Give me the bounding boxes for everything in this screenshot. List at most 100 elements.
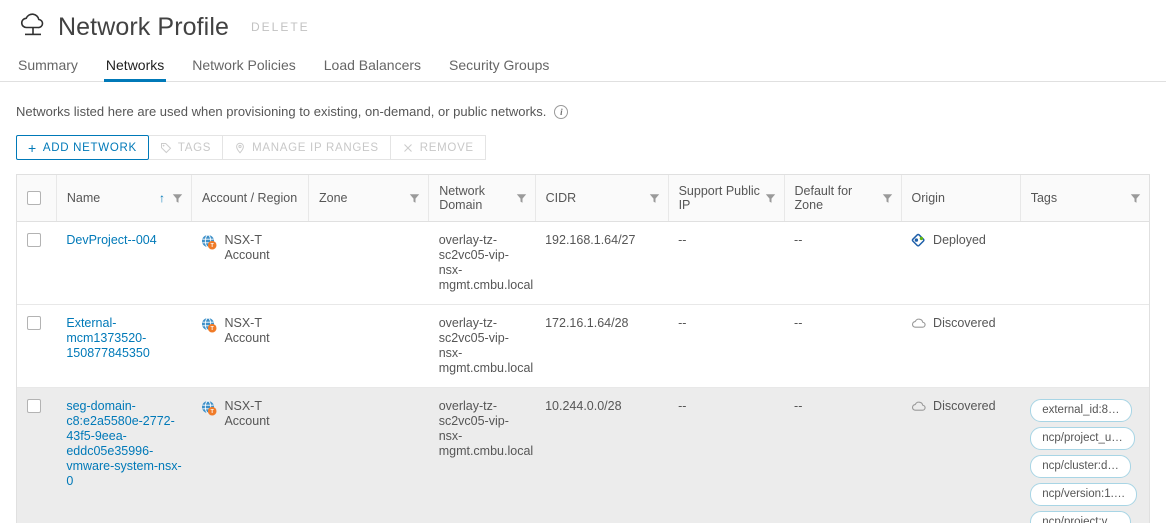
add-network-button[interactable]: + ADD NETWORK [16,135,149,160]
discovered-cloud-icon [911,316,926,331]
tab-bar: Summary Networks Network Policies Load B… [0,50,1166,82]
th-support-public-ip: Support Public IP [668,175,785,222]
deployed-icon [911,233,926,248]
row-checkbox[interactable] [27,316,41,330]
th-network-domain-label: Network Domain [439,184,486,212]
select-all-checkbox[interactable] [27,191,41,205]
manage-ip-ranges-button[interactable]: MANAGE IP RANGES [223,135,391,160]
th-name: Name ↑ [56,175,192,222]
tab-summary[interactable]: Summary [16,58,92,81]
nsx-t-account-icon: T [201,317,217,333]
sort-ascending-icon[interactable]: ↑ [159,192,165,204]
cell-name: External-mcm1373520-150877845350 [56,304,192,388]
plus-icon: + [28,139,37,156]
th-cidr: CIDR [535,175,669,222]
cell-network-domain: overlay-tz-sc2vc05-vip-nsx-mgmt.cmbu.loc… [428,387,536,523]
tags-button[interactable]: TAGS [148,135,224,160]
th-zone: Zone [308,175,430,222]
filter-icon-network-domain[interactable] [516,193,527,204]
origin-text: Deployed [933,233,986,247]
page-header: Network Profile DELETE [0,0,1166,50]
cell-name: seg-domain-c8:e2a5580e-2772-43f5-9eea-ed… [56,387,192,523]
table-row[interactable]: External-mcm1373520-150877845350 T NSX-T… [17,304,1149,388]
th-default-for-zone: Default for Zone [784,175,902,222]
row-select-cell [17,221,57,305]
cell-origin: Discovered [901,387,1021,523]
filter-icon-zone[interactable] [409,193,420,204]
account-region-text: NSX-T Account [224,316,270,345]
tag-pill[interactable]: ncp/project_u… [1030,427,1135,450]
cell-zone [308,304,429,388]
table-row[interactable]: seg-domain-c8:e2a5580e-2772-43f5-9eea-ed… [17,387,1149,523]
th-origin: Origin [901,175,1021,222]
add-network-label: ADD NETWORK [42,141,137,154]
cell-support-public-ip: -- [668,387,785,523]
networks-table: Name ↑ Account / Region Zone Network Dom… [16,174,1150,523]
filter-icon-cidr[interactable] [649,193,660,204]
tag-pill[interactable]: ncp/version:1.… [1030,483,1138,506]
info-circle-icon[interactable]: i [554,104,569,119]
th-tags-label: Tags [1030,191,1058,205]
cell-support-public-ip: -- [668,304,785,388]
row-checkbox[interactable] [27,233,41,247]
remove-button[interactable]: REMOVE [390,135,486,160]
tab-load-balancers[interactable]: Load Balancers [310,58,435,81]
th-name-label: Name [66,191,101,205]
table-header-row: Name ↑ Account / Region Zone Network Dom… [17,175,1149,222]
cell-origin: Deployed [901,221,1021,305]
th-cidr-label: CIDR [545,191,577,205]
cell-account-region: T NSX-T Account [191,387,309,523]
cell-network-domain: overlay-tz-sc2vc05-vip-nsx-mgmt.cmbu.loc… [428,221,536,305]
row-select-cell [17,387,57,523]
th-select-all [17,175,57,222]
location-pin-icon [234,142,246,154]
action-toolbar: + ADD NETWORK TAGS MANAGE IP RANGES REMO… [16,135,1166,160]
filter-icon-default-for-zone[interactable] [882,193,893,204]
manage-ip-ranges-label: MANAGE IP RANGES [252,141,379,154]
filter-icon-support-public-ip[interactable] [765,193,776,204]
cell-default-for-zone: -- [784,387,902,523]
tag-pill[interactable]: external_id:8… [1030,399,1132,422]
th-account-region: Account / Region [191,175,309,222]
nsx-t-account-icon: T [201,234,217,250]
table-row[interactable]: DevProject--004 T NSX-T Account overlay-… [17,221,1149,305]
cell-support-public-ip: -- [668,221,785,305]
filter-icon-tags[interactable] [1130,193,1141,204]
th-network-domain: Network Domain [428,175,536,222]
tag-pill[interactable]: ncp/cluster:d… [1030,455,1131,478]
tags-label: TAGS [177,141,212,154]
tab-networks[interactable]: Networks [92,58,178,82]
cell-cidr: 10.244.0.0/28 [535,387,669,523]
origin-text: Discovered [933,399,996,413]
cell-name: DevProject--004 [56,221,192,305]
tag-pill[interactable]: ncp/project:v… [1030,511,1131,523]
tab-network-policies[interactable]: Network Policies [178,58,309,81]
origin-text: Discovered [933,316,996,330]
row-checkbox[interactable] [27,399,41,413]
discovered-cloud-icon [911,399,926,414]
th-zone-label: Zone [318,191,348,205]
network-profile-page: Network Profile DELETE Summary Networks … [0,0,1166,523]
close-x-icon [402,142,414,154]
filter-icon-name[interactable] [172,193,183,204]
delete-button[interactable]: DELETE [251,20,310,34]
cell-origin: Discovered [901,304,1021,388]
cell-tags [1020,304,1149,388]
cloud-network-icon [16,12,50,42]
network-name-link[interactable]: DevProject--004 [66,233,156,247]
cell-account-region: T NSX-T Account [191,304,309,388]
network-name-link[interactable]: External-mcm1373520-150877845350 [66,316,149,360]
cell-default-for-zone: -- [784,304,902,388]
network-name-link[interactable]: seg-domain-c8:e2a5580e-2772-43f5-9eea-ed… [66,399,181,488]
row-select-cell [17,304,57,388]
account-region-text: NSX-T Account [224,399,270,428]
cell-network-domain: overlay-tz-sc2vc05-vip-nsx-mgmt.cmbu.loc… [428,304,536,388]
th-support-public-ip-label: Support Public IP [678,184,760,212]
cell-cidr: 192.168.1.64/27 [535,221,669,305]
tab-security-groups[interactable]: Security Groups [435,58,563,81]
cell-cidr: 172.16.1.64/28 [535,304,669,388]
th-account-region-label: Account / Region [201,191,298,205]
th-tags: Tags [1020,175,1149,222]
th-origin-label: Origin [911,191,945,205]
cell-tags: external_id:8… ncp/project_u… ncp/cluste… [1020,387,1149,523]
